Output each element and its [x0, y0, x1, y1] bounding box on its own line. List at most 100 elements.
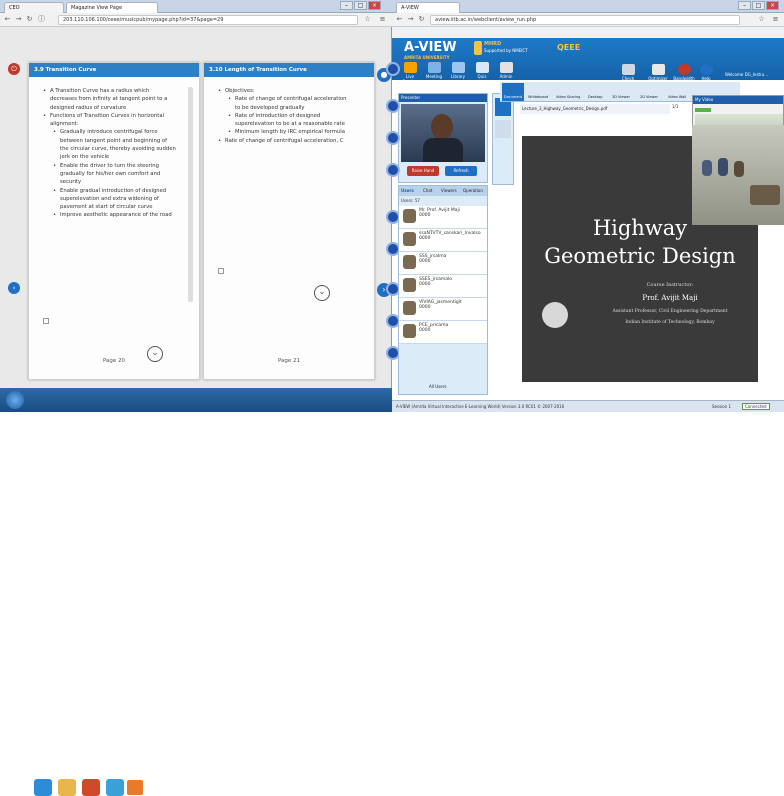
whiteboard-tab[interactable]: Whiteboard: [528, 95, 548, 99]
info-icon[interactable]: ⓘ: [37, 15, 46, 24]
side-circle-icon[interactable]: [386, 99, 400, 113]
page-title: 3.9 Transition Curve: [29, 63, 199, 77]
student-figure: [718, 158, 728, 176]
user-row[interactable]: VIVIAG_jasmentigit 0000: [399, 298, 487, 321]
clock[interactable]: 9:56 AM 2/23/2017: [356, 780, 379, 792]
optimizer-button[interactable]: Optimizer: [647, 64, 669, 81]
app-icon[interactable]: [126, 779, 144, 796]
2d-viewer-tab[interactable]: 2D Viewer: [640, 95, 658, 99]
tool-label: Library: [451, 74, 465, 79]
tab-ceo[interactable]: CEO: [4, 2, 64, 13]
tab-label: A-VIEW: [401, 5, 419, 11]
user-id: 0000: [419, 213, 431, 218]
user-row[interactable]: SSES_jrsamalo 0000: [399, 275, 487, 298]
folder-icon[interactable]: [58, 779, 76, 796]
raise-hand-button[interactable]: Raise Hand: [407, 166, 439, 176]
refresh-button[interactable]: Refresh: [445, 166, 477, 176]
url-field[interactable]: 203.110.106.100/ceee/musicpub/mypage.php…: [58, 15, 358, 25]
status-text: A-VIEW (Amrita Virtual Interactive E-Lea…: [396, 404, 565, 409]
tab-chat[interactable]: Chat: [423, 188, 432, 193]
library-icon: [451, 62, 465, 73]
reload-icon[interactable]: ↻: [417, 15, 426, 24]
forward-icon[interactable]: →: [406, 15, 415, 24]
side-circle-icon[interactable]: [386, 131, 400, 145]
menu-icon[interactable]: ≡: [378, 15, 387, 24]
image-placeholder: [43, 318, 49, 324]
tray-icons[interactable]: ▲ ⚑ ◀: [320, 782, 335, 788]
expand-down-icon[interactable]: ⌄: [314, 285, 330, 301]
live-session-button[interactable]: Live Session: [400, 62, 420, 84]
avatar: [403, 232, 416, 246]
tab-label: Magazine View Page: [71, 5, 123, 11]
video-wall-tab[interactable]: Video Wall: [668, 95, 686, 99]
user-row[interactable]: ssaNTVTV_sanskari_Invalso 0000: [399, 229, 487, 252]
star-icon[interactable]: ☆: [363, 15, 372, 24]
tab-users[interactable]: Users: [401, 188, 414, 193]
prev-page-icon[interactable]: ‹: [8, 282, 20, 294]
media-icon[interactable]: [82, 779, 100, 796]
users-count: Users: 57: [401, 198, 420, 203]
3d-viewer-tab[interactable]: 3D Viewer: [612, 95, 630, 99]
magazine-page-20: 3.9 Transition Curve A Transition Curve …: [28, 62, 200, 380]
admin-button[interactable]: Admin: [496, 62, 516, 79]
bandwidth-button[interactable]: Bandwidth: [672, 64, 696, 81]
page-indicator: 1/1: [672, 104, 679, 109]
maximize-button[interactable]: □: [752, 1, 765, 10]
bullet-item: A Transition Curve has a radius which de…: [43, 87, 177, 112]
quiz-button[interactable]: Quiz: [472, 62, 492, 79]
desktop-tab[interactable]: Desktop: [588, 95, 602, 99]
help-button[interactable]: Help: [698, 64, 714, 81]
tool-label: Meeting: [425, 74, 443, 79]
back-icon[interactable]: ←: [395, 15, 404, 24]
chrome-icon[interactable]: [106, 779, 124, 796]
signal-bar: [695, 108, 711, 112]
slide-title-2: Geometric Design: [544, 244, 736, 268]
user-row[interactable]: PCE_pricama 0000: [399, 321, 487, 344]
document-tab[interactable]: Document: [502, 83, 524, 101]
user-row[interactable]: Mr. Prof. Avijit Maji 0000: [399, 206, 487, 229]
page-title: 3.10 Length of Transition Curve: [204, 63, 374, 77]
tab-magazine[interactable]: Magazine View Page: [66, 2, 158, 13]
bullet-text: Functions of Transition Curves in horizo…: [50, 112, 165, 128]
close-button[interactable]: ×: [368, 1, 381, 10]
side-circle-icon[interactable]: [386, 62, 400, 76]
presenter-video: [401, 104, 485, 162]
minimize-button[interactable]: –: [738, 1, 751, 10]
tab-operation[interactable]: Operation: [463, 188, 483, 193]
back-icon[interactable]: ←: [3, 15, 12, 24]
left-address-bar: ← → ↻ ⓘ 203.110.106.100/ceee/musicpub/my…: [0, 13, 392, 27]
menu-icon[interactable]: ≡: [771, 15, 780, 24]
check-av-icon: [621, 64, 635, 75]
tab-viewers[interactable]: Viewers: [441, 188, 457, 193]
user-row[interactable]: SSS_jrsalma 0000: [399, 252, 487, 275]
avatar: [403, 209, 416, 223]
user-id: 0000: [419, 259, 431, 264]
minimize-button[interactable]: –: [340, 1, 353, 10]
close-button[interactable]: ×: [766, 1, 779, 10]
tool-label: Quiz: [477, 74, 487, 79]
star-icon[interactable]: ☆: [757, 15, 766, 24]
image-placeholder: [218, 268, 224, 274]
ie-icon[interactable]: [34, 779, 52, 796]
all-users-label[interactable]: All Users: [429, 384, 446, 389]
side-circle-icon[interactable]: [386, 163, 400, 177]
start-button[interactable]: [6, 391, 24, 409]
page-content: Objectives: Rate of change of centrifuga…: [218, 87, 352, 145]
tool-label: Live Session: [402, 74, 418, 84]
reload-icon[interactable]: ↻: [25, 15, 34, 24]
library-button[interactable]: Library: [448, 62, 468, 79]
live-session-icon: [403, 62, 417, 73]
status-bar: A-VIEW (Amrita Virtual Interactive E-Lea…: [392, 400, 784, 412]
url-field[interactable]: aview.iitb.ac.in/webclient/aview_run.php: [430, 15, 740, 25]
brand-subtitle: AMRITA UNIVERSITY: [404, 55, 450, 60]
right-tab-bar: A-VIEW – □ ×: [392, 0, 784, 13]
meeting-button[interactable]: Meeting: [424, 62, 444, 79]
forward-icon[interactable]: →: [14, 15, 23, 24]
tab-aview[interactable]: A-VIEW: [396, 2, 460, 13]
library-thumb-icon[interactable]: [495, 120, 511, 138]
maximize-button[interactable]: □: [354, 1, 367, 10]
bullet-text: Objectives:: [225, 88, 255, 94]
page-scrollbar[interactable]: [188, 87, 193, 302]
power-icon[interactable]: ⏻: [8, 63, 20, 75]
video-sharing-tab[interactable]: Video Sharing: [556, 95, 580, 99]
